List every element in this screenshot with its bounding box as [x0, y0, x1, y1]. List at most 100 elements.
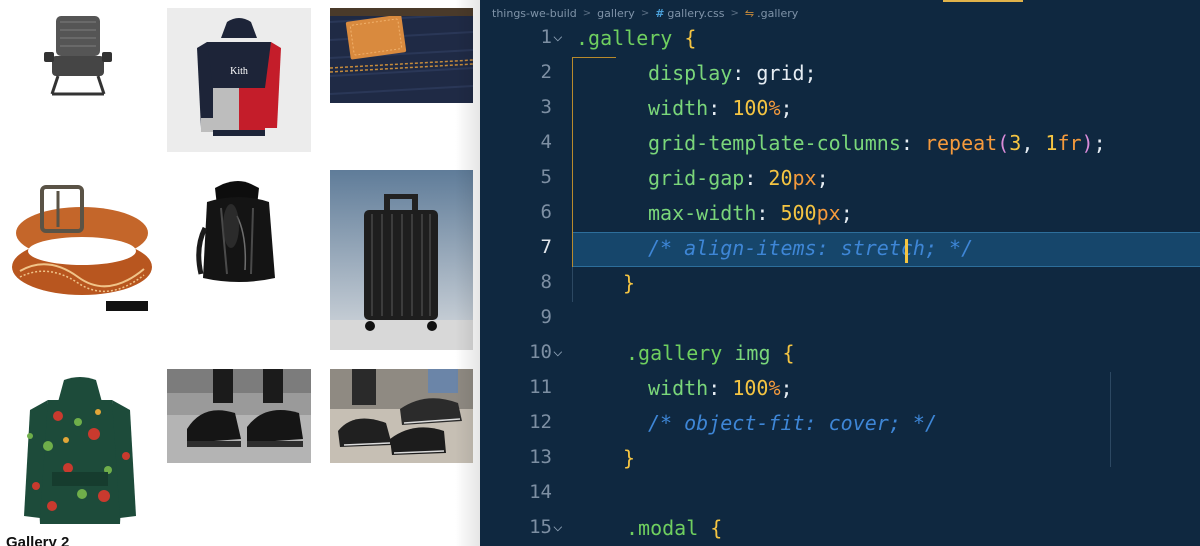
code-text: .gallery {: [576, 26, 696, 50]
code-token: :: [708, 96, 733, 120]
code-token: {: [710, 516, 723, 540]
code-token: px: [816, 201, 841, 225]
code-token: : grid;: [732, 61, 817, 85]
code-token: }: [623, 271, 636, 295]
code-token: 1: [1045, 131, 1058, 155]
browser-gallery-pane: Kith Gallery 2: [0, 0, 480, 546]
code-token: grid-template-columns: [648, 131, 901, 155]
code-line[interactable]: 3 width: 100%;: [480, 92, 1200, 127]
code-token: repeat: [924, 131, 998, 155]
code-token: ): [1081, 131, 1094, 155]
gallery-image-sneakers-steps[interactable]: [167, 369, 311, 463]
code-text: .gallery img {: [626, 341, 795, 365]
line-number: 6: [540, 201, 552, 223]
code-token: max-width: [648, 201, 757, 225]
code-token: 3: [1009, 131, 1022, 155]
code-line[interactable]: 6 max-width: 500px;: [480, 197, 1200, 232]
line-number: 4: [540, 131, 552, 153]
code-token: img: [734, 341, 783, 365]
code-token: :: [756, 201, 781, 225]
css-symbol-icon: ⇋: [744, 6, 755, 20]
code-line[interactable]: 15 ⌵ .modal {: [480, 512, 1200, 546]
code-line[interactable]: 1 ⌵ .gallery {: [480, 22, 1200, 57]
code-text: .modal {: [626, 516, 722, 540]
code-token: ;: [840, 201, 853, 225]
code-text: display: grid;: [648, 61, 817, 85]
fold-chevron-icon[interactable]: ⌵: [553, 516, 563, 535]
code-token: 100: [732, 376, 769, 400]
code-line[interactable]: 4 grid-template-columns: repeat(3, 1fr);: [480, 127, 1200, 162]
breadcrumb-file-gallery-css[interactable]: gallery.css: [667, 7, 724, 20]
code-token: .gallery: [576, 26, 685, 50]
line-number: 15: [529, 516, 552, 538]
code-token: (: [997, 131, 1010, 155]
gallery-image-backpack[interactable]: [167, 178, 311, 288]
line-number: 5: [540, 166, 552, 188]
code-token: width: [648, 376, 709, 400]
code-token: /* object-fit: cover; */: [648, 411, 937, 435]
code-token: :: [900, 131, 925, 155]
gallery-image-floral-jacket[interactable]: [8, 376, 152, 526]
code-line[interactable]: 11 width: 100%;: [480, 372, 1200, 407]
breadcrumb-folder-things-we-build[interactable]: things-we-build: [492, 7, 577, 20]
gallery-heading: Gallery 2: [6, 534, 70, 546]
fold-chevron-icon[interactable]: ⌵: [553, 26, 563, 45]
code-token: 100: [732, 96, 769, 120]
code-token: 20: [768, 166, 793, 190]
line-number: 14: [529, 481, 552, 503]
code-token: ;: [1093, 131, 1106, 155]
code-token: /* align-items: stretch; */: [648, 236, 974, 260]
line-number: 13: [529, 446, 552, 468]
code-token: px: [792, 166, 817, 190]
code-text: /* object-fit: cover; */: [648, 411, 937, 435]
gallery-image-chair[interactable]: [8, 8, 152, 152]
code-token: :: [744, 166, 769, 190]
code-editor-pane: things-we-build > gallery > # gallery.cs…: [480, 0, 1200, 546]
code-line[interactable]: 14: [480, 477, 1200, 512]
line-number: 1: [540, 26, 552, 48]
code-line[interactable]: 9: [480, 302, 1200, 337]
chevron-right-icon: >: [640, 7, 650, 19]
chevron-right-icon: >: [730, 7, 739, 19]
gallery-image-jeans[interactable]: [330, 8, 473, 103]
gallery-image-hoodie[interactable]: Kith: [167, 8, 311, 152]
code-token: grid-gap: [648, 166, 745, 190]
breadcrumb-symbol-gallery[interactable]: .gallery: [757, 7, 798, 20]
code-text: /* align-items: stretch; */: [648, 236, 973, 260]
code-text: grid-gap: 20px;: [648, 166, 829, 190]
code-line[interactable]: 5 grid-gap: 20px;: [480, 162, 1200, 197]
code-token: width: [648, 96, 709, 120]
code-text: grid-template-columns: repeat(3, 1fr);: [648, 131, 1106, 155]
line-number: 10: [529, 341, 552, 363]
code-line[interactable]: 7 /* align-items: stretch; */: [480, 232, 1200, 267]
code-text: width: 100%;: [648, 376, 793, 400]
breadcrumb-folder-gallery[interactable]: gallery: [597, 7, 635, 20]
code-token: {: [684, 26, 697, 50]
code-token: 500: [780, 201, 817, 225]
line-number: 9: [540, 306, 552, 328]
code-line[interactable]: 8}: [480, 267, 1200, 302]
line-number: 2: [540, 61, 552, 83]
gallery-image-belt[interactable]: [8, 185, 152, 311]
code-line[interactable]: 12 /* object-fit: cover; */: [480, 407, 1200, 442]
code-token: {: [782, 341, 795, 365]
code-text: width: 100%;: [648, 96, 793, 120]
code-token: .modal: [626, 516, 711, 540]
code-text: }: [623, 446, 635, 470]
code-line[interactable]: 13}: [480, 442, 1200, 477]
gallery-image-sneakers-street[interactable]: [330, 369, 473, 463]
code-line[interactable]: 10 ⌵ .gallery img {: [480, 337, 1200, 372]
chevron-right-icon: >: [582, 7, 592, 19]
code-text: }: [623, 271, 635, 295]
code-token: ,: [1021, 131, 1046, 155]
code-line[interactable]: 2 display: grid;: [480, 57, 1200, 92]
code-token: %: [768, 96, 781, 120]
gallery-image-suitcase[interactable]: [330, 170, 473, 350]
fold-chevron-icon[interactable]: ⌵: [553, 341, 563, 360]
line-number: 8: [540, 271, 552, 293]
active-tab-indicator: [943, 0, 1023, 2]
code-token: .gallery: [626, 341, 735, 365]
line-number: 3: [540, 96, 552, 118]
code-token: }: [623, 446, 636, 470]
code-text: max-width: 500px;: [648, 201, 853, 225]
